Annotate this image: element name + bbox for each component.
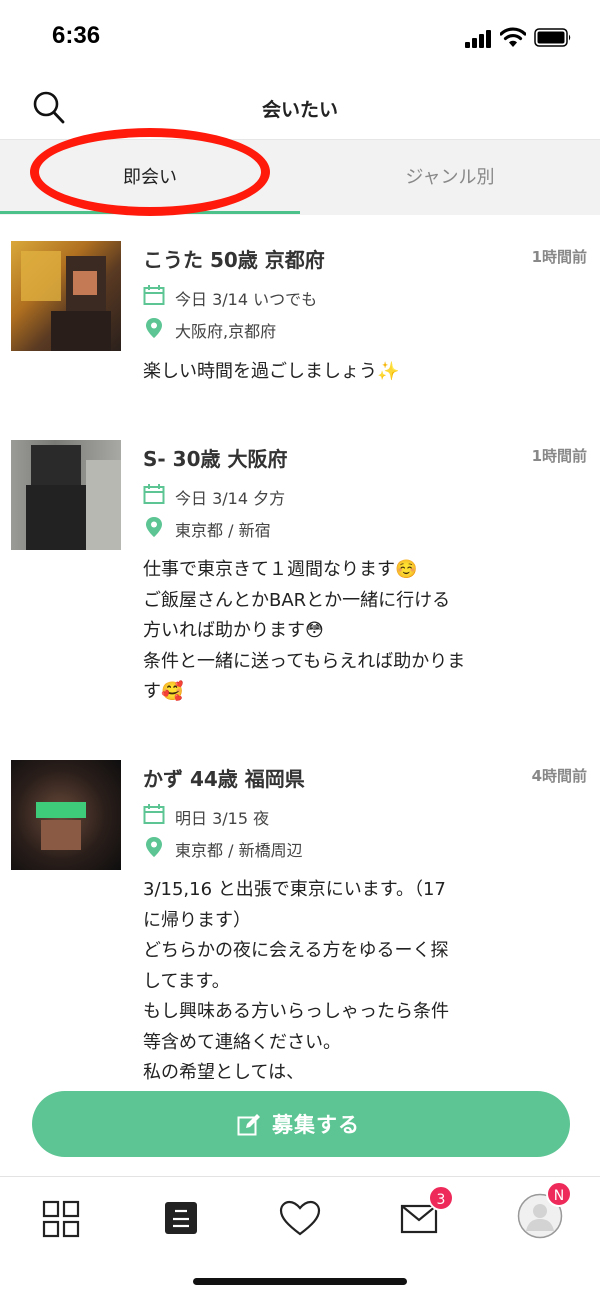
board-icon[interactable]	[160, 1197, 204, 1241]
recruit-label: 募集する	[272, 1113, 360, 1137]
home-indicator	[193, 1278, 407, 1285]
user-name: こうた 50歳 京都府	[143, 248, 325, 272]
recruit-button[interactable]: 募集する	[32, 1091, 570, 1157]
battery-icon	[534, 28, 571, 47]
location-pin-icon	[146, 837, 162, 857]
post-location: 東京都 / 新橋周辺	[175, 841, 303, 860]
cellular-signal-icon	[465, 30, 493, 48]
post-time: 1時間前	[531, 248, 587, 266]
grid-icon[interactable]	[40, 1197, 84, 1241]
edit-icon	[237, 1114, 260, 1136]
post-time: 4時間前	[531, 767, 587, 785]
nav-header: 会いたい	[0, 78, 600, 140]
post-body: 3/15,16 と出張で東京にいます。（17 に帰ります） どちらかの夜に会える…	[143, 879, 449, 1083]
post-body: 楽しい時間を過ごしましょう✨	[143, 361, 400, 382]
post-location: 大阪府,京都府	[175, 322, 277, 341]
status-bar: 6:36	[0, 0, 600, 78]
post-date: 今日 3/14 夕方	[175, 489, 286, 508]
tab-genre[interactable]: ジャンル別	[300, 140, 600, 215]
post-body: 仕事で東京きて１週間なります☺️ ご飯屋さんとかBARとか一緒に行ける 方いれば…	[143, 559, 466, 702]
post-time: 1時間前	[531, 447, 587, 465]
red-highlight-circle	[30, 128, 270, 216]
post-location: 東京都 / 新宿	[175, 521, 271, 540]
location-pin-icon	[146, 517, 162, 537]
calendar-icon	[143, 804, 165, 824]
post-date: 明日 3/15 夜	[175, 809, 270, 828]
post-date: 今日 3/14 いつでも	[175, 290, 318, 309]
avatar[interactable]	[11, 440, 121, 550]
avatar[interactable]	[11, 760, 121, 870]
page-title: 会いたい	[261, 99, 338, 121]
user-name: S- 30歳 大阪府	[143, 447, 288, 471]
messages-badge: 3	[428, 1185, 454, 1211]
heart-icon[interactable]	[278, 1197, 322, 1241]
user-name: かず 44歳 福岡県	[143, 767, 305, 791]
calendar-icon	[143, 285, 165, 305]
location-pin-icon	[146, 318, 162, 338]
profile-badge: N	[546, 1181, 572, 1207]
avatar[interactable]	[11, 241, 121, 351]
calendar-icon	[143, 484, 165, 504]
wifi-icon	[500, 27, 526, 47]
status-time: 6:36	[52, 22, 101, 49]
